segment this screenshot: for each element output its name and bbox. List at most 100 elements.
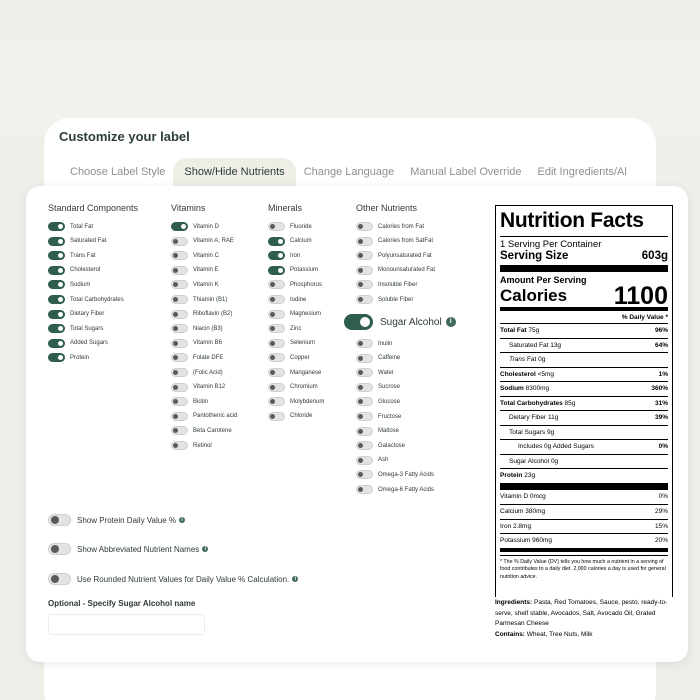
toggle-row-omega-3-fatty-acids[interactable]: Omega-3 Fatty Acids xyxy=(356,469,434,480)
toggle-switch[interactable] xyxy=(171,251,188,261)
toggle-switch[interactable] xyxy=(356,353,373,363)
toggle-row-calcium[interactable]: Calcium xyxy=(268,236,312,247)
toggle-row-vitamin-a-rae[interactable]: Vitamin A, RAE xyxy=(171,236,234,247)
toggle-row-soluble-fiber[interactable]: Soluble Fiber xyxy=(356,294,413,305)
toggle-switch[interactable] xyxy=(171,353,188,363)
toggle-switch[interactable] xyxy=(171,280,188,290)
toggle-switch[interactable] xyxy=(48,324,65,334)
toggle-row-vitamin-b6[interactable]: Vitamin B6 xyxy=(171,338,222,349)
toggle-row-omega-6-fatty-acids[interactable]: Omega-6 Fatty Acids xyxy=(356,484,434,495)
toggle-row-total-sugars[interactable]: Total Sugars xyxy=(48,323,103,334)
toggle-switch[interactable] xyxy=(356,397,373,407)
toggle-switch[interactable] xyxy=(268,222,285,231)
toggle-switch[interactable] xyxy=(171,295,188,304)
toggle-row-copper[interactable]: Copper xyxy=(268,352,310,363)
toggle-switch[interactable] xyxy=(268,382,285,392)
toggle-row-selenium[interactable]: Selenium xyxy=(268,338,315,349)
toggle-row-fructose[interactable]: Fructose xyxy=(356,411,401,422)
toggle-switch[interactable] xyxy=(171,338,188,348)
toggle-row-biotin[interactable]: Biotin xyxy=(171,396,208,407)
toggle-switch[interactable] xyxy=(171,368,188,377)
option-protein-dv[interactable]: Show Protein Daily Value % i xyxy=(48,513,186,527)
toggle-switch[interactable] xyxy=(48,251,65,261)
toggle-switch[interactable] xyxy=(48,280,65,290)
toggle-row-trans-fat[interactable]: Trans Fat xyxy=(48,250,95,261)
toggle-switch[interactable] xyxy=(268,338,285,348)
toggle-row-riboflavin-b2[interactable]: Riboflavin (B2) xyxy=(171,309,232,320)
toggle-switch[interactable] xyxy=(356,265,373,275)
toggle-row-ash[interactable]: Ash xyxy=(356,455,388,466)
toggle-switch[interactable] xyxy=(356,412,373,421)
toggle-row-dietary-fiber[interactable]: Dietary Fiber xyxy=(48,309,104,320)
toggle-row-phosphorus[interactable]: Phosphorus xyxy=(268,279,322,290)
option-abbreviated-names[interactable]: Show Abbreviated Nutrient Names i xyxy=(48,542,209,556)
toggle-row-water[interactable]: Water xyxy=(356,367,394,378)
tab-show-hide-nutrients[interactable]: Show/Hide Nutrients xyxy=(173,158,296,186)
toggle-row-glucose[interactable]: Glucose xyxy=(356,396,400,407)
toggle-switch[interactable] xyxy=(171,441,188,450)
toggle-switch[interactable] xyxy=(356,251,373,261)
info-icon[interactable]: i xyxy=(179,517,186,523)
toggle-row-vitamin-k[interactable]: Vitamin K xyxy=(171,279,219,290)
toggle-row-fluoride[interactable]: Fluoride xyxy=(268,221,312,232)
toggle-row-zinc[interactable]: Zinc xyxy=(268,323,301,334)
toggle-switch[interactable] xyxy=(48,265,65,275)
toggle-switch[interactable] xyxy=(268,280,285,290)
toggle-switch[interactable] xyxy=(268,309,285,319)
toggle-row-retinol[interactable]: Retinol xyxy=(171,440,212,451)
toggle-row-folate-dfe[interactable]: Folate DFE xyxy=(171,352,223,363)
toggle-row-vitamin-c[interactable]: Vitamin C xyxy=(171,250,219,261)
toggle-row-potassium[interactable]: Potassium xyxy=(268,265,318,276)
toggle-switch[interactable] xyxy=(48,236,65,246)
toggle-row-folic-acid[interactable]: (Folic Acid) xyxy=(171,367,223,378)
toggle-row-maltose[interactable]: Maltose xyxy=(356,426,399,437)
toggle-row-total-fat[interactable]: Total Fat xyxy=(48,221,93,232)
rounded-values-toggle[interactable] xyxy=(48,573,71,585)
toggle-switch[interactable] xyxy=(356,280,373,290)
toggle-switch[interactable] xyxy=(356,382,373,392)
toggle-switch[interactable] xyxy=(356,485,373,494)
toggle-switch[interactable] xyxy=(171,382,188,392)
toggle-switch[interactable] xyxy=(356,455,373,465)
toggle-row-monounsaturated-fat[interactable]: Monounsaturated Fat xyxy=(356,265,435,276)
toggle-row-calories-from-satfat[interactable]: Calories from SatFat xyxy=(356,236,433,247)
toggle-switch[interactable] xyxy=(356,441,373,451)
toggle-row-vitamin-d[interactable]: Vitamin D xyxy=(171,221,219,232)
toggle-switch[interactable] xyxy=(48,295,65,304)
toggle-row-added-sugars[interactable]: Added Sugars xyxy=(48,338,108,349)
toggle-row-saturated-fat[interactable]: Saturated Fat xyxy=(48,236,106,247)
tab-choose-label-style[interactable]: Choose Label Style xyxy=(62,158,173,186)
toggle-switch[interactable] xyxy=(268,353,285,363)
toggle-row-cholesterol[interactable]: Cholesterol xyxy=(48,265,100,276)
toggle-switch[interactable] xyxy=(356,368,373,378)
option-rounded-values[interactable]: Use Rounded Nutrient Values for Daily Va… xyxy=(48,572,299,586)
toggle-switch[interactable] xyxy=(268,368,285,377)
toggle-row-chromium[interactable]: Chromium xyxy=(268,382,318,393)
toggle-switch[interactable] xyxy=(171,222,188,231)
toggle-row-molybdenum[interactable]: Molybdenum xyxy=(268,396,324,407)
toggle-switch[interactable] xyxy=(48,222,65,231)
toggle-row-iodine[interactable]: Iodine xyxy=(268,294,306,305)
toggle-row-niacin-b3[interactable]: Niacin (B3) xyxy=(171,323,223,334)
toggle-row-inulin[interactable]: Inulin xyxy=(356,338,392,349)
toggle-switch[interactable] xyxy=(171,397,188,407)
toggle-row-insoluble-fiber[interactable]: Insoluble Fiber xyxy=(356,279,417,290)
toggle-row-protein[interactable]: Protein xyxy=(48,352,89,363)
toggle-switch[interactable] xyxy=(48,338,65,348)
toggle-row-chloride[interactable]: Chloride xyxy=(268,411,312,422)
toggle-row-thiamin-b1[interactable]: Thiamin (B1) xyxy=(171,294,227,305)
toggle-row-vitamin-b12[interactable]: Vitamin B12 xyxy=(171,382,225,393)
toggle-switch[interactable] xyxy=(268,251,285,261)
toggle-switch[interactable] xyxy=(356,470,373,480)
toggle-switch[interactable] xyxy=(356,295,373,304)
toggle-row-polyunsaturated-fat[interactable]: Polyunsaturated Fat xyxy=(356,250,432,261)
toggle-row-manganese[interactable]: Manganese xyxy=(268,367,321,378)
toggle-row-total-carbohydrates[interactable]: Total Carbohydrates xyxy=(48,294,124,305)
sugar-alcohol-toggle-row[interactable]: Sugar Alcohol i xyxy=(344,311,456,333)
toggle-row-sodium[interactable]: Sodium xyxy=(48,279,90,290)
toggle-row-galactose[interactable]: Galactose xyxy=(356,440,405,451)
info-icon[interactable]: i xyxy=(445,317,456,327)
toggle-row-iron[interactable]: Iron xyxy=(268,250,300,261)
toggle-row-vitamin-e[interactable]: Vitamin E xyxy=(171,265,219,276)
toggle-switch[interactable] xyxy=(171,411,188,421)
